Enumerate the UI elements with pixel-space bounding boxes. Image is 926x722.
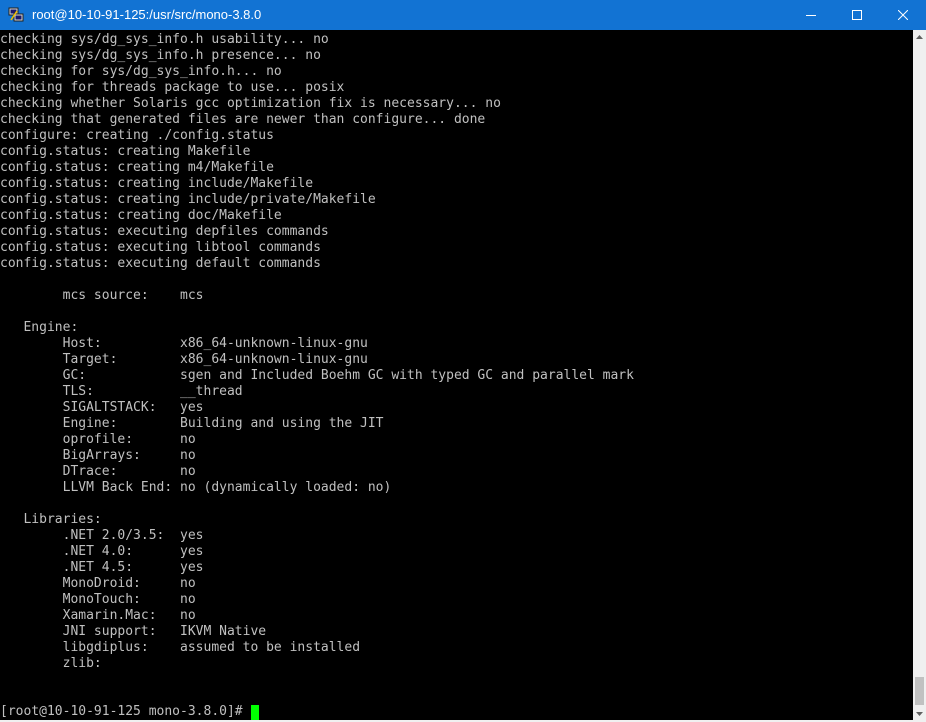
scroll-up-arrow-icon <box>916 34 923 39</box>
terminal-line: Engine: <box>0 320 79 335</box>
terminal-output[interactable]: checking sys/dg_sys_info.h usability... … <box>0 30 913 720</box>
maximize-icon <box>852 10 862 20</box>
terminal-line: config.status: executing libtool command… <box>0 240 321 255</box>
terminal-line: JNI support: IKVM Native <box>0 624 267 639</box>
terminal-line: checking that generated files are newer … <box>0 112 486 127</box>
terminal-line: config.status: executing depfiles comman… <box>0 224 329 239</box>
shell-prompt-line[interactable]: [root@10-10-91-125 mono-3.8.0]# <box>0 704 259 720</box>
terminal-line: TLS: __thread <box>0 384 243 399</box>
terminal-line: config.status: executing default command… <box>0 256 321 271</box>
terminal-line: configure: creating ./config.status <box>0 128 274 143</box>
text-cursor <box>250 704 259 720</box>
scroll-down-button[interactable] <box>913 707 926 720</box>
putty-icon[interactable] <box>8 7 24 23</box>
terminal-line: Libraries: <box>0 512 102 527</box>
terminal-line: GC: sgen and Included Boehm GC with type… <box>0 368 634 383</box>
minimize-icon <box>806 15 816 16</box>
scroll-up-button[interactable] <box>913 30 926 43</box>
terminal-line: LLVM Back End: no (dynamically loaded: n… <box>0 480 392 495</box>
terminal-line: BigArrays: no <box>0 448 196 463</box>
terminal-line: zlib: <box>0 656 102 671</box>
terminal-line: checking whether Solaris gcc optimizatio… <box>0 96 501 111</box>
terminal-line: Target: x86_64-unknown-linux-gnu <box>0 352 368 367</box>
terminal-line: .NET 2.0/3.5: yes <box>0 528 204 543</box>
close-icon <box>898 10 908 20</box>
terminal-line: config.status: creating Makefile <box>0 144 251 159</box>
terminal-line: libgdiplus: assumed to be installed <box>0 640 361 655</box>
terminal-line: checking sys/dg_sys_info.h presence... n… <box>0 48 321 63</box>
maximize-button[interactable] <box>834 0 880 30</box>
terminal-line: config.status: creating m4/Makefile <box>0 160 274 175</box>
terminal-line: SIGALTSTACK: yes <box>0 400 204 415</box>
terminal-line: DTrace: no <box>0 464 196 479</box>
terminal-line: mcs source: mcs <box>0 288 204 303</box>
window-titlebar[interactable]: root@10-10-91-125:/usr/src/mono-3.8.0 <box>0 0 926 30</box>
terminal-line: MonoTouch: no <box>0 592 196 607</box>
window-title: root@10-10-91-125:/usr/src/mono-3.8.0 <box>32 7 262 22</box>
terminal-line: .NET 4.0: yes <box>0 544 204 559</box>
minimize-button[interactable] <box>788 0 834 30</box>
close-button[interactable] <box>880 0 926 30</box>
terminal-line: checking sys/dg_sys_info.h usability... … <box>0 32 329 47</box>
terminal-line: checking for sys/dg_sys_info.h... no <box>0 64 282 79</box>
terminal-line: oprofile: no <box>0 432 196 447</box>
terminal-line: Engine: Building and using the JIT <box>0 416 384 431</box>
vertical-scrollbar[interactable] <box>913 30 926 720</box>
terminal-line: checking for threads package to use... p… <box>0 80 345 95</box>
terminal-line: config.status: creating include/private/… <box>0 192 376 207</box>
terminal-line: Host: x86_64-unknown-linux-gnu <box>0 336 368 351</box>
shell-prompt: [root@10-10-91-125 mono-3.8.0]# <box>0 704 243 719</box>
scroll-down-arrow-icon <box>916 711 923 716</box>
terminal-line: MonoDroid: no <box>0 576 196 591</box>
terminal-line: Xamarin.Mac: no <box>0 608 196 623</box>
terminal-line: .NET 4.5: yes <box>0 560 204 575</box>
scrollbar-thumb[interactable] <box>915 677 924 705</box>
terminal-line: config.status: creating include/Makefile <box>0 176 314 191</box>
terminal-line: config.status: creating doc/Makefile <box>0 208 282 223</box>
